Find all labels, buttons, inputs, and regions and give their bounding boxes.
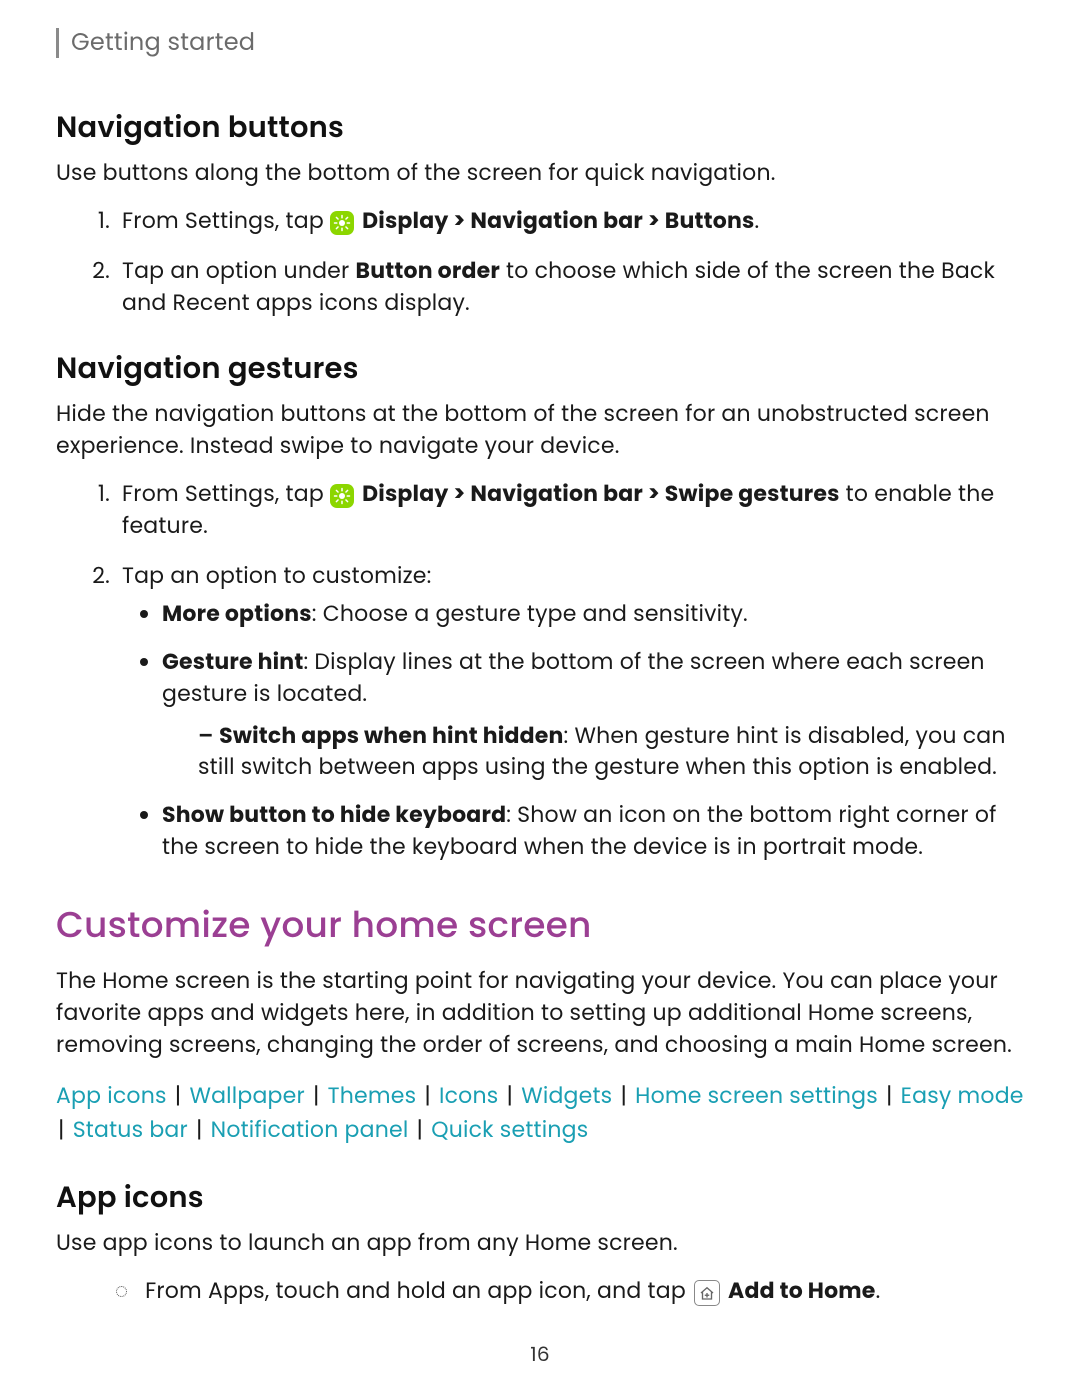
list-item: From Settings, tap Display > Navigation … bbox=[116, 205, 1024, 237]
list-item: Switch apps when hint hidden: When gestu… bbox=[198, 720, 1024, 784]
text: . bbox=[755, 205, 760, 236]
text-bold: Add to Home bbox=[728, 1275, 876, 1306]
paragraph: Use app icons to launch an app from any … bbox=[56, 1227, 1024, 1259]
text: Tap an option to customize: bbox=[122, 560, 432, 591]
text: From Apps, touch and hold an app icon, a… bbox=[145, 1275, 692, 1306]
list-item: More options: Choose a gesture type and … bbox=[162, 598, 1024, 630]
text-bold: Button order bbox=[356, 255, 500, 286]
link-widgets[interactable]: Widgets bbox=[521, 1080, 612, 1111]
separator: | bbox=[307, 1080, 326, 1111]
text: . bbox=[876, 1275, 881, 1306]
separator: | bbox=[880, 1080, 899, 1111]
display-settings-icon bbox=[330, 211, 354, 235]
separator: | bbox=[614, 1080, 633, 1111]
link-themes[interactable]: Themes bbox=[328, 1080, 417, 1111]
text-bold: Display > Navigation bar > Swipe gesture… bbox=[362, 478, 840, 509]
paragraph: Hide the navigation buttons at the botto… bbox=[56, 398, 1024, 462]
list-item: Show button to hide keyboard: Show an ic… bbox=[162, 799, 1024, 863]
list-item: Tap an option under Button order to choo… bbox=[116, 255, 1024, 319]
heading-navigation-gestures: Navigation gestures bbox=[56, 348, 1024, 390]
link-icons[interactable]: Icons bbox=[439, 1080, 498, 1111]
heading-customize-home-screen: Customize your home screen bbox=[56, 899, 1024, 951]
add-to-home-icon bbox=[694, 1280, 720, 1306]
unordered-list: More options: Choose a gesture type and … bbox=[122, 598, 1024, 863]
link-easy-mode[interactable]: Easy mode bbox=[901, 1080, 1024, 1111]
text: Tap an option under bbox=[122, 255, 356, 286]
display-settings-icon bbox=[330, 484, 354, 508]
heading-navigation-buttons: Navigation buttons bbox=[56, 107, 1024, 149]
text-bold: More options bbox=[162, 598, 312, 629]
text: : Choose a gesture type and sensitivity. bbox=[312, 598, 748, 629]
separator: | bbox=[500, 1080, 519, 1111]
heading-app-icons: App icons bbox=[56, 1177, 1024, 1219]
link-wallpaper[interactable]: Wallpaper bbox=[189, 1080, 304, 1111]
breadcrumb: Getting started bbox=[56, 26, 1024, 61]
separator: | bbox=[410, 1114, 429, 1145]
links-row: App icons | Wallpaper | Themes | Icons |… bbox=[56, 1079, 1024, 1147]
sub-list: Switch apps when hint hidden: When gestu… bbox=[162, 720, 1024, 784]
action-list: From Apps, touch and hold an app icon, a… bbox=[56, 1275, 1024, 1307]
ordered-list: From Settings, tap Display > Navigation … bbox=[56, 478, 1024, 863]
breadcrumb-accent-bar bbox=[56, 28, 59, 58]
list-item: From Apps, touch and hold an app icon, a… bbox=[116, 1275, 1024, 1307]
separator: | bbox=[169, 1080, 188, 1111]
list-item: From Settings, tap Display > Navigation … bbox=[116, 478, 1024, 542]
link-app-icons[interactable]: App icons bbox=[56, 1080, 167, 1111]
link-quick-settings[interactable]: Quick settings bbox=[431, 1114, 588, 1145]
separator: | bbox=[58, 1114, 71, 1145]
page-number: 16 bbox=[0, 1340, 1080, 1369]
text: From Settings, tap bbox=[122, 205, 330, 236]
link-home-screen-settings[interactable]: Home screen settings bbox=[635, 1080, 878, 1111]
paragraph: Use buttons along the bottom of the scre… bbox=[56, 157, 1024, 189]
list-item: Gesture hint: Display lines at the botto… bbox=[162, 646, 1024, 784]
separator: | bbox=[190, 1114, 209, 1145]
separator: | bbox=[418, 1080, 437, 1111]
text-bold: Switch apps when hint hidden bbox=[219, 720, 563, 751]
list-item: Tap an option to customize: More options… bbox=[116, 560, 1024, 863]
link-status-bar[interactable]: Status bar bbox=[73, 1114, 188, 1145]
text-bold: Show button to hide keyboard bbox=[162, 799, 506, 830]
paragraph: The Home screen is the starting point fo… bbox=[56, 965, 1024, 1061]
text-bold: Display > Navigation bar > Buttons bbox=[362, 205, 754, 236]
text: From Settings, tap bbox=[122, 478, 330, 509]
breadcrumb-text: Getting started bbox=[71, 26, 255, 61]
ordered-list: From Settings, tap Display > Navigation … bbox=[56, 205, 1024, 319]
link-notification-panel[interactable]: Notification panel bbox=[211, 1114, 409, 1145]
text-bold: Gesture hint bbox=[162, 646, 303, 677]
